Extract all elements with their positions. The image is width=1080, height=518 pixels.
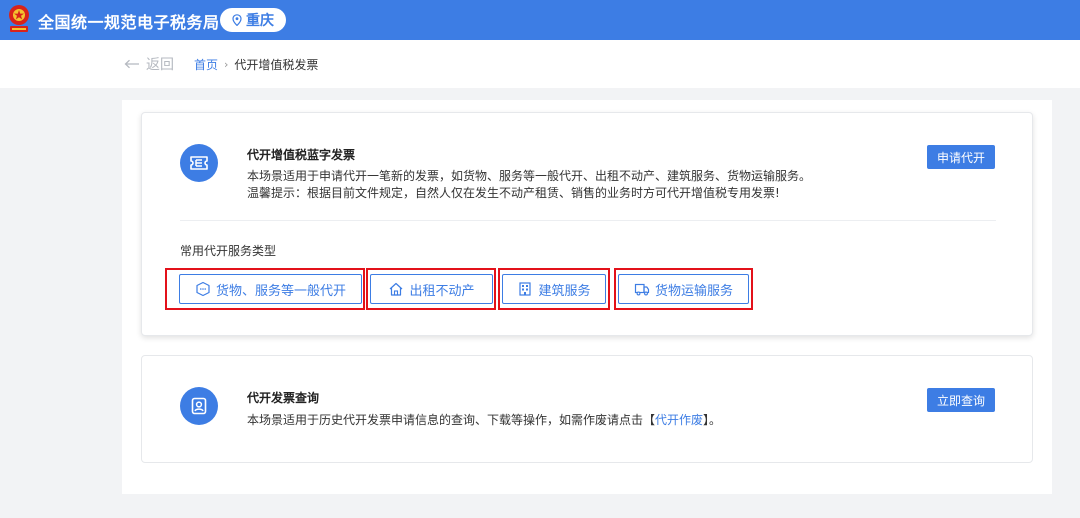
region-selector[interactable]: 重庆 <box>220 8 286 32</box>
site-title: 全国统一规范电子税务局 <box>38 13 220 32</box>
service-types-label: 常用代开服务类型 <box>180 244 277 258</box>
back-label: 返回 <box>146 57 174 73</box>
void-invoice-link[interactable]: 代开作废 <box>655 413 703 427</box>
service-label: 出租不动产 <box>409 283 475 299</box>
query-card-title: 代开发票查询 <box>247 391 320 405</box>
invoice-card-description: 本场景适用于申请代开一笔新的发票，如货物、服务等一般代开、出租不动产、建筑服务、… <box>247 169 812 183</box>
query-card-description: 本场景适用于历史代开发票申请信息的查询、下载等操作，如需作废请点击【代开作废】。 <box>247 411 721 429</box>
service-label: 建筑服务 <box>538 283 591 299</box>
service-rent-property-button[interactable]: 出租不动产 <box>370 274 493 304</box>
breadcrumb-bar: 返回 首页 › 代开增值税发票 <box>0 40 1080 88</box>
house-icon <box>390 282 403 296</box>
breadcrumb-current: 代开增值税发票 <box>234 58 319 72</box>
region-label: 重庆 <box>246 13 274 29</box>
location-pin-icon <box>232 14 242 26</box>
top-header: 全国统一规范电子税务局 重庆 <box>0 0 1080 40</box>
invoice-query-card <box>141 355 1033 463</box>
breadcrumb-separator: › <box>224 58 229 71</box>
goods-box-icon <box>196 281 210 297</box>
service-construction-button[interactable]: 建筑服务 <box>502 274 606 304</box>
service-label: 货物、服务等一般代开 <box>215 283 346 299</box>
breadcrumb-home-link[interactable]: 首页 <box>194 56 218 73</box>
service-general-button[interactable]: 货物、服务等一般代开 <box>179 274 362 304</box>
invoice-card-title: 代开增值税蓝字发票 <box>247 148 356 162</box>
section-divider <box>180 220 996 221</box>
query-description-suffix: 】。 <box>703 413 722 427</box>
truck-icon <box>634 283 650 296</box>
query-now-button[interactable]: 立即查询 <box>927 388 995 412</box>
invoice-card-notice: 温馨提示：根据目前文件规定，自然人仅在发生不动产租赁、销售的业务时方可代开增值税… <box>247 186 780 200</box>
tax-emblem-icon <box>9 5 29 32</box>
building-icon <box>519 282 532 296</box>
query-record-icon <box>180 387 218 425</box>
arrow-left-icon <box>124 59 139 69</box>
service-label: 货物运输服务 <box>654 283 733 299</box>
invoice-ticket-icon <box>180 144 218 182</box>
apply-invoice-button[interactable]: 申请代开 <box>927 145 995 169</box>
back-button[interactable]: 返回 <box>124 54 174 74</box>
query-description-text: 本场景适用于历史代开发票申请信息的查询、下载等操作，如需作废请点击【 <box>247 413 656 427</box>
service-freight-button[interactable]: 货物运输服务 <box>618 274 749 304</box>
breadcrumb: 首页 › 代开增值税发票 <box>194 56 318 73</box>
